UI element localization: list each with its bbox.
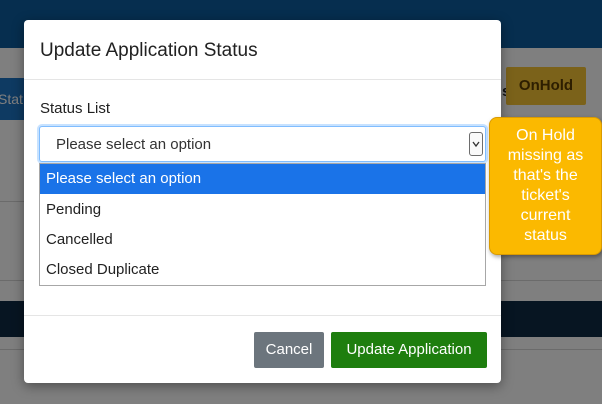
callout-text: On Hold missing as that's the ticket's c… — [507, 127, 584, 244]
update-application-button[interactable]: Update Application — [331, 332, 487, 368]
dropdown-option[interactable]: Pending — [40, 195, 485, 225]
status-dropdown-list: Please select an option Pending Cancelle… — [39, 163, 486, 286]
status-select[interactable]: Please select an option — [39, 126, 486, 162]
cancel-button[interactable]: Cancel — [254, 332, 324, 368]
status-list-label: Status List — [40, 100, 111, 117]
modal-footer-divider — [24, 315, 501, 316]
dropdown-option[interactable]: Cancelled — [40, 225, 485, 255]
modal-header-divider — [24, 79, 501, 80]
chevron-down-icon[interactable] — [469, 132, 483, 156]
dropdown-option[interactable]: Closed Duplicate — [40, 255, 485, 285]
update-status-modal: Update Application Status Status List Pl… — [24, 20, 501, 383]
annotation-callout: On Hold missing as that's the ticket's c… — [489, 117, 602, 255]
modal-title: Update Application Status — [40, 40, 258, 61]
dropdown-option[interactable]: Please select an option — [40, 164, 485, 194]
status-select-value: Please select an option — [56, 136, 212, 153]
